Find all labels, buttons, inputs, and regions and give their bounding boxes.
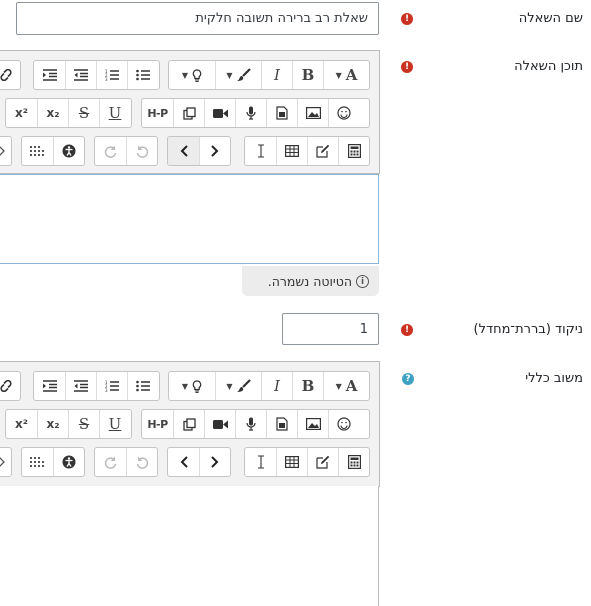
redo-icon[interactable]: [95, 137, 126, 165]
paint-brush-icon[interactable]: ▼: [215, 372, 261, 400]
chevron-right-icon[interactable]: [0, 137, 11, 165]
copy-icon[interactable]: [173, 99, 204, 127]
italic-icon[interactable]: I: [261, 372, 292, 400]
question-text-editor-toolbar: 123 ▼ ▼ I B ▼ A x² x₂ S U H-P: [0, 50, 380, 174]
numbered-list-icon[interactable]: 123: [96, 61, 127, 89]
link-icon[interactable]: [0, 61, 20, 89]
audio-icon[interactable]: [235, 99, 266, 127]
lightbulb-icon[interactable]: ▼: [169, 61, 215, 89]
chevron-right-icon[interactable]: [199, 137, 230, 165]
toolbar-row-2: x² x₂ S U H-P: [0, 98, 379, 128]
accessibility-icon[interactable]: [53, 137, 84, 165]
font-label: A: [345, 66, 358, 84]
media-icon[interactable]: [266, 99, 297, 127]
subscript-icon[interactable]: x₂: [37, 99, 68, 127]
required-icon: !: [401, 13, 413, 25]
svg-text:3: 3: [105, 388, 108, 392]
accessibility-icon[interactable]: [53, 448, 84, 476]
superscript-icon[interactable]: x²: [6, 410, 37, 438]
table-icon[interactable]: [276, 448, 307, 476]
more-icon[interactable]: [22, 448, 53, 476]
redo-icon[interactable]: [95, 448, 126, 476]
font-icon[interactable]: ▼ A: [323, 61, 369, 89]
question-text-label: תוכן השאלה: [514, 59, 583, 74]
image-icon[interactable]: [297, 99, 328, 127]
default-mark-label: ניקוד (בררת־מחדל): [473, 322, 583, 337]
toolbar-row-3: [0, 447, 379, 477]
underline-icon[interactable]: U: [99, 410, 130, 438]
outdent-icon[interactable]: [65, 372, 96, 400]
emoji-icon[interactable]: [328, 99, 359, 127]
cursor-icon[interactable]: [245, 137, 276, 165]
default-mark-input[interactable]: [282, 313, 379, 345]
draft-saved-text: הטיוטה נשמרה.: [267, 273, 352, 289]
link-icon[interactable]: [0, 372, 20, 400]
general-feedback-label: משוב כללי: [525, 371, 583, 386]
toolbar-row-1: 123 ▼ ▼ I B ▼ A: [0, 60, 379, 90]
subscript-icon[interactable]: x₂: [37, 410, 68, 438]
h5p-icon[interactable]: H-P: [142, 99, 173, 127]
calculator-icon[interactable]: [338, 137, 369, 165]
question-name-input[interactable]: [16, 2, 379, 35]
underline-icon[interactable]: U: [99, 99, 130, 127]
general-feedback-content-area[interactable]: [0, 486, 379, 606]
help-icon[interactable]: ?: [402, 373, 414, 385]
bullet-list-icon[interactable]: [127, 61, 158, 89]
chevron-right-icon[interactable]: [0, 448, 11, 476]
required-icon: !: [401, 61, 413, 73]
italic-icon[interactable]: I: [261, 61, 292, 89]
indent-icon[interactable]: [34, 372, 65, 400]
image-icon[interactable]: [297, 410, 328, 438]
chevron-right-icon[interactable]: [199, 448, 230, 476]
strikethrough-icon[interactable]: S: [68, 410, 99, 438]
toolbar-row-1: 123 ▼ ▼ I B ▼ A: [0, 371, 379, 401]
font-label: A: [345, 377, 358, 395]
strikethrough-icon[interactable]: S: [68, 99, 99, 127]
question-name-label: שם השאלה: [518, 11, 583, 26]
bold-icon[interactable]: B: [292, 372, 323, 400]
table-icon[interactable]: [276, 137, 307, 165]
info-icon: i: [356, 274, 369, 288]
copy-icon[interactable]: [173, 410, 204, 438]
indent-icon[interactable]: [34, 61, 65, 89]
lightbulb-icon[interactable]: ▼: [169, 372, 215, 400]
svg-text:3: 3: [105, 77, 108, 81]
media-icon[interactable]: [266, 410, 297, 438]
chevron-left-icon[interactable]: [168, 448, 199, 476]
edit-icon[interactable]: [307, 448, 338, 476]
question-text-content-area[interactable]: [0, 174, 379, 264]
video-icon[interactable]: [204, 410, 235, 438]
undo-icon[interactable]: [126, 448, 157, 476]
outdent-icon[interactable]: [65, 61, 96, 89]
font-icon[interactable]: ▼ A: [323, 372, 369, 400]
more-icon[interactable]: [22, 137, 53, 165]
h5p-icon[interactable]: H-P: [142, 410, 173, 438]
undo-icon[interactable]: [126, 137, 157, 165]
numbered-list-icon[interactable]: 123: [96, 372, 127, 400]
emoji-icon[interactable]: [328, 410, 359, 438]
required-icon: !: [401, 324, 413, 336]
bold-icon[interactable]: B: [292, 61, 323, 89]
calculator-icon[interactable]: [338, 448, 369, 476]
edit-icon[interactable]: [307, 137, 338, 165]
audio-icon[interactable]: [235, 410, 266, 438]
paint-brush-icon[interactable]: ▼: [215, 61, 261, 89]
superscript-icon[interactable]: x²: [6, 99, 37, 127]
video-icon[interactable]: [204, 99, 235, 127]
bullet-list-icon[interactable]: [127, 372, 158, 400]
general-feedback-editor-toolbar: 123 ▼ ▼ I B ▼ A x² x₂ S U H-P: [0, 361, 380, 487]
chevron-left-icon[interactable]: [168, 137, 199, 165]
toolbar-row-2: x² x₂ S U H-P: [0, 409, 379, 439]
draft-saved-notice: i הטיוטה נשמרה.: [242, 266, 379, 296]
toolbar-row-3: [0, 136, 379, 166]
cursor-icon[interactable]: [245, 448, 276, 476]
